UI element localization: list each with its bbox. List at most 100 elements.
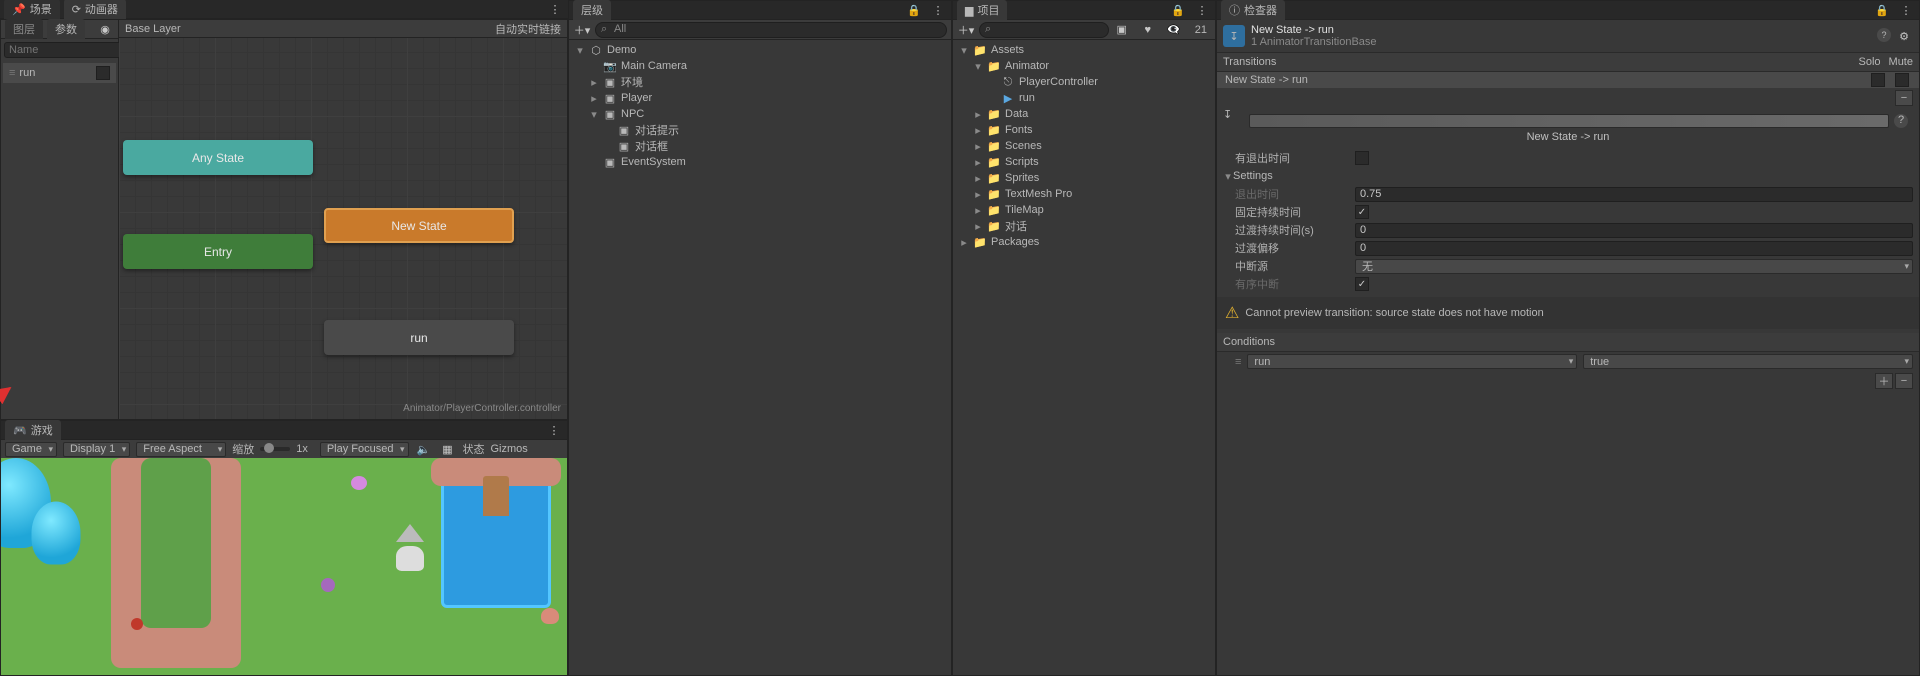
project-item[interactable]: ▸📁Fonts: [953, 122, 1215, 138]
object-icon: ▣: [603, 108, 617, 121]
mute-icon[interactable]: 🔈: [415, 441, 433, 457]
add-asset-button[interactable]: ＋▾: [957, 22, 975, 38]
chevron-icon: ▸: [973, 220, 983, 233]
breadcrumb-base-layer[interactable]: Base Layer: [125, 23, 181, 35]
add-condition-button[interactable]: ＋: [1875, 373, 1893, 389]
project-item[interactable]: ▸📁TileMap: [953, 202, 1215, 218]
hierarchy-item[interactable]: ▾⬡Demo: [569, 42, 951, 58]
animator-path-label: Animator/PlayerController.controller: [403, 403, 561, 419]
more-icon[interactable]: ⋮: [546, 1, 564, 17]
hierarchy-search-input[interactable]: All: [595, 22, 947, 38]
item-label: 对话: [1005, 218, 1027, 234]
project-item[interactable]: ▸📁Scripts: [953, 154, 1215, 170]
game-viewport[interactable]: [1, 458, 567, 675]
project-search-input[interactable]: [979, 22, 1109, 38]
settings-foldout[interactable]: ▾ Settings: [1217, 167, 1919, 185]
item-label: Packages: [991, 236, 1039, 248]
tab-scene[interactable]: 📌场景: [4, 0, 60, 19]
hierarchy-item[interactable]: ▸▣Player: [569, 90, 951, 106]
transition-list-item[interactable]: New State -> run: [1217, 72, 1919, 88]
item-label: PlayerController: [1019, 76, 1098, 88]
display-dropdown[interactable]: Display 1: [63, 442, 130, 457]
project-item[interactable]: ▸📁TextMesh Pro: [953, 186, 1215, 202]
project-item[interactable]: ▾📁Animator: [953, 58, 1215, 74]
lock-icon[interactable]: 🔒: [1169, 2, 1187, 18]
asset-icon: 📁: [987, 220, 1001, 233]
tab-game[interactable]: 🎮游戏: [5, 420, 61, 440]
state-entry[interactable]: Entry: [123, 234, 313, 269]
chevron-icon: ▸: [973, 204, 983, 217]
has-exit-time-checkbox[interactable]: [1355, 151, 1369, 165]
condition-value-dropdown[interactable]: true: [1583, 354, 1913, 369]
tab-hierarchy[interactable]: 层级: [573, 0, 611, 20]
project-item[interactable]: ▾📁Assets: [953, 42, 1215, 58]
exit-time-input[interactable]: [1355, 187, 1913, 202]
transition-duration-input[interactable]: [1355, 223, 1913, 238]
animator-icon: ⟳: [72, 3, 81, 16]
remove-transition-button[interactable]: −: [1895, 90, 1913, 106]
hierarchy-item[interactable]: ▾▣NPC: [569, 106, 951, 122]
preset-icon[interactable]: ⚙: [1895, 28, 1913, 44]
mute-checkbox[interactable]: [1895, 73, 1909, 87]
help-icon[interactable]: ?: [1877, 28, 1891, 42]
state-run[interactable]: run: [324, 320, 514, 355]
project-item[interactable]: ▸📁Packages: [953, 234, 1215, 250]
tab-animator[interactable]: ⟳动画器: [64, 0, 126, 19]
transition-timeline[interactable]: [1249, 114, 1889, 128]
hierarchy-item[interactable]: ▣对话框: [569, 138, 951, 154]
project-item[interactable]: ▸ 📁 对话: [953, 218, 1215, 234]
eye-icon[interactable]: ◉: [96, 21, 114, 37]
project-item[interactable]: ⎋PlayerController: [953, 74, 1215, 90]
play-focused-dropdown[interactable]: Play Focused: [320, 442, 409, 457]
scale-slider[interactable]: [260, 447, 290, 451]
solo-checkbox[interactable]: [1871, 73, 1885, 87]
tab-inspector[interactable]: ⓘ检查器: [1221, 0, 1285, 20]
fixed-duration-checkbox[interactable]: [1355, 205, 1369, 219]
add-gameobject-button[interactable]: ＋▾: [573, 22, 591, 38]
project-item[interactable]: ▸📁Data: [953, 106, 1215, 122]
auto-live-link-label[interactable]: 自动实时链接: [495, 21, 561, 37]
filter-icon[interactable]: ▣: [1113, 22, 1131, 38]
project-item[interactable]: ▸📁Scenes: [953, 138, 1215, 154]
tab-project[interactable]: ▆项目: [957, 0, 1007, 20]
gizmos-label[interactable]: Gizmos: [491, 443, 528, 455]
lock-icon[interactable]: 🔒: [905, 2, 923, 18]
project-item[interactable]: ▸📁Sprites: [953, 170, 1215, 186]
tab-params[interactable]: 参数: [47, 19, 85, 39]
hierarchy-item[interactable]: ▣EventSystem: [569, 154, 951, 170]
hierarchy-tree[interactable]: ▾⬡Demo📷Main Camera▸▣环境▸▣Player▾▣NPC▣对话提示…: [569, 40, 951, 675]
more-icon[interactable]: ⋮: [1897, 2, 1915, 18]
chevron-icon: ▸: [973, 140, 983, 153]
hierarchy-item[interactable]: ▣对话提示: [569, 122, 951, 138]
game-renderer-dropdown[interactable]: Game: [5, 442, 57, 457]
condition-param-dropdown[interactable]: run: [1247, 354, 1577, 369]
interruption-source-dropdown[interactable]: 无: [1355, 259, 1913, 274]
hierarchy-item[interactable]: 📷Main Camera: [569, 58, 951, 74]
stats-icon[interactable]: ▦: [439, 441, 457, 457]
has-exit-time-row: 有退出时间: [1217, 149, 1919, 167]
state-new[interactable]: New State: [324, 208, 514, 243]
asset-icon: 📁: [973, 236, 987, 249]
animator-graph[interactable]: Base Layer 自动实时链接 Any State Entry: [119, 20, 567, 419]
param-run-checkbox[interactable]: [96, 66, 110, 80]
stats-label[interactable]: 状态: [463, 441, 485, 457]
project-item[interactable]: ▶run: [953, 90, 1215, 106]
param-row-run[interactable]: ≡run: [3, 63, 116, 83]
animator-tabbar: 📌场景 ⟳动画器 ⋮: [0, 0, 568, 19]
more-icon[interactable]: ⋮: [929, 2, 947, 18]
more-icon[interactable]: ⋮: [1193, 2, 1211, 18]
state-any[interactable]: Any State: [123, 140, 313, 175]
condition-row[interactable]: ≡ run true: [1217, 352, 1919, 371]
tab-layers[interactable]: 图层: [5, 19, 43, 39]
hidden-icon[interactable]: 👁‍🗨: [1165, 22, 1183, 38]
aspect-dropdown[interactable]: Free Aspect: [136, 442, 226, 457]
more-icon[interactable]: ⋮: [545, 422, 563, 438]
item-label: Demo: [607, 44, 636, 56]
project-tree[interactable]: ▾📁Assets▾📁Animator⎋PlayerController▶run▸…: [953, 40, 1215, 675]
hierarchy-item[interactable]: ▸▣环境: [569, 74, 951, 90]
remove-condition-button[interactable]: −: [1895, 373, 1913, 389]
transition-offset-input[interactable]: [1355, 241, 1913, 256]
lock-icon[interactable]: 🔒: [1873, 2, 1891, 18]
transition-sub: 1 AnimatorTransitionBase: [1251, 36, 1377, 48]
favorite-icon[interactable]: ♥: [1139, 22, 1157, 38]
